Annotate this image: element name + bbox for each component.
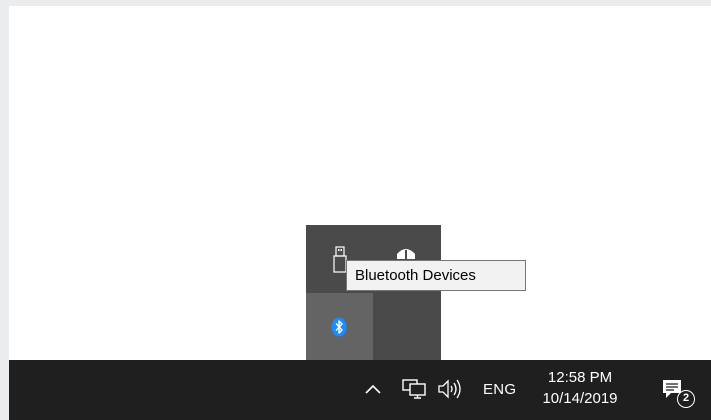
- bluetooth-icon: [331, 317, 347, 337]
- taskbar: ENG 12:58 PM 10/14/2019 2: [9, 360, 711, 420]
- clock-date: 10/14/2019: [542, 390, 618, 407]
- chevron-up-icon[interactable]: [362, 378, 384, 400]
- clock-time: 12:58 PM: [547, 369, 613, 386]
- network-drive-icon: [397, 249, 415, 259]
- tray-overflow-bluetooth[interactable]: [306, 293, 373, 360]
- clock[interactable]: 12:58 PM 10/14/2019: [534, 368, 626, 410]
- input-language-indicator[interactable]: ENG: [483, 381, 516, 398]
- network-icon[interactable]: [401, 376, 427, 402]
- volume-icon[interactable]: [436, 376, 462, 402]
- notification-count-badge: 2: [677, 390, 695, 408]
- tray-overflow-empty-slot: [373, 293, 440, 360]
- bluetooth-tooltip: Bluetooth Devices: [346, 260, 526, 291]
- usb-drive-icon: [333, 246, 347, 273]
- action-center-button[interactable]: 2: [660, 377, 695, 408]
